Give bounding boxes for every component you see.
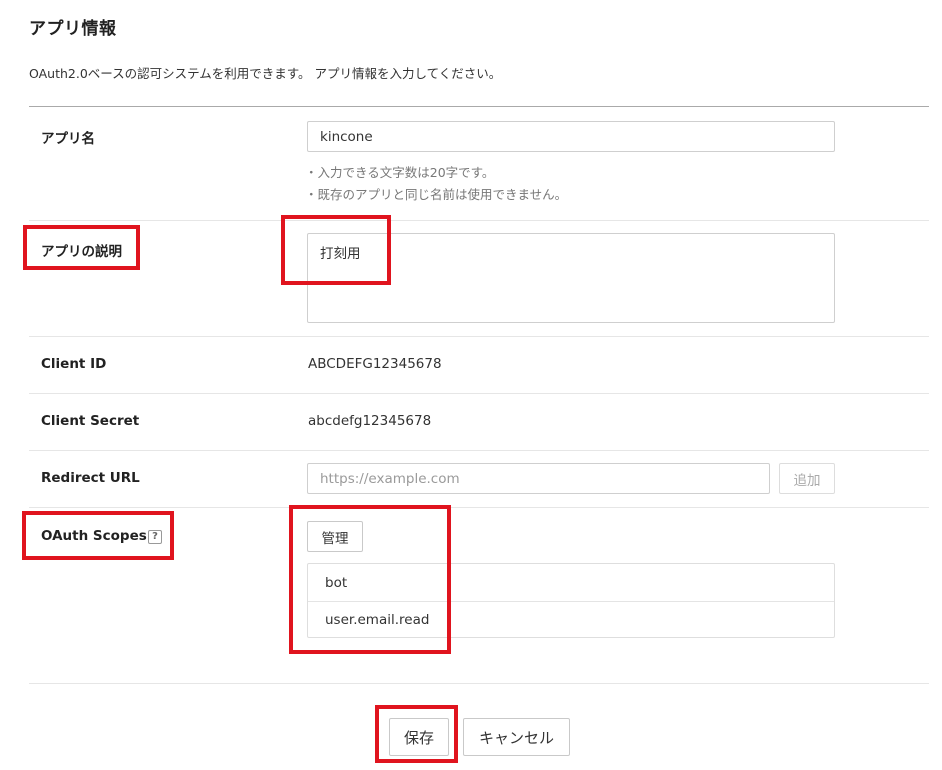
- app-name-input[interactable]: kincone: [307, 121, 835, 152]
- app-name-label: アプリ名: [41, 131, 95, 147]
- row-divider: [29, 393, 929, 394]
- scope-list: bot user.email.read: [307, 563, 835, 638]
- description-value: 打刻用: [320, 246, 361, 262]
- client-secret-label: Client Secret: [41, 413, 140, 429]
- page-title: アプリ情報: [29, 19, 117, 39]
- redirect-url-label: Redirect URL: [41, 470, 140, 486]
- page-subtitle: OAuth2.0ベースの認可システムを利用できます。 アプリ情報を入力してくださ…: [29, 66, 502, 81]
- save-button[interactable]: 保存: [389, 718, 449, 756]
- oauth-scopes-label: OAuth Scopes: [41, 528, 147, 544]
- row-divider: [29, 450, 929, 451]
- client-id-label: Client ID: [41, 356, 107, 372]
- app-info-page: アプリ情報 OAuth2.0ベースの認可システムを利用できます。 アプリ情報を入…: [0, 0, 942, 770]
- row-divider: [29, 220, 929, 221]
- row-divider: [29, 336, 929, 337]
- help-icon[interactable]: ?: [148, 530, 162, 544]
- manage-scopes-button[interactable]: 管理: [307, 521, 363, 552]
- header-divider: [29, 106, 929, 107]
- scope-item-user-email-read: user.email.read: [308, 601, 834, 638]
- add-redirect-url-button[interactable]: 追加: [779, 463, 835, 494]
- client-id-value: ABCDEFG12345678: [308, 356, 442, 372]
- redirect-url-input[interactable]: https://example.com: [307, 463, 770, 494]
- redirect-url-placeholder: https://example.com: [320, 470, 460, 487]
- row-divider: [29, 683, 929, 684]
- client-secret-value: abcdefg12345678: [308, 413, 432, 429]
- app-name-hint-length: ・入力できる文字数は20字です。: [305, 165, 495, 180]
- scope-item-bot: bot: [325, 574, 348, 591]
- app-name-value: kincone: [320, 128, 373, 145]
- description-textarea[interactable]: 打刻用: [307, 233, 835, 323]
- row-divider: [29, 507, 929, 508]
- description-label: アプリの説明: [41, 244, 122, 260]
- app-name-hint-duplicate: ・既存のアプリと同じ名前は使用できません。: [305, 187, 568, 202]
- cancel-button[interactable]: キャンセル: [463, 718, 570, 756]
